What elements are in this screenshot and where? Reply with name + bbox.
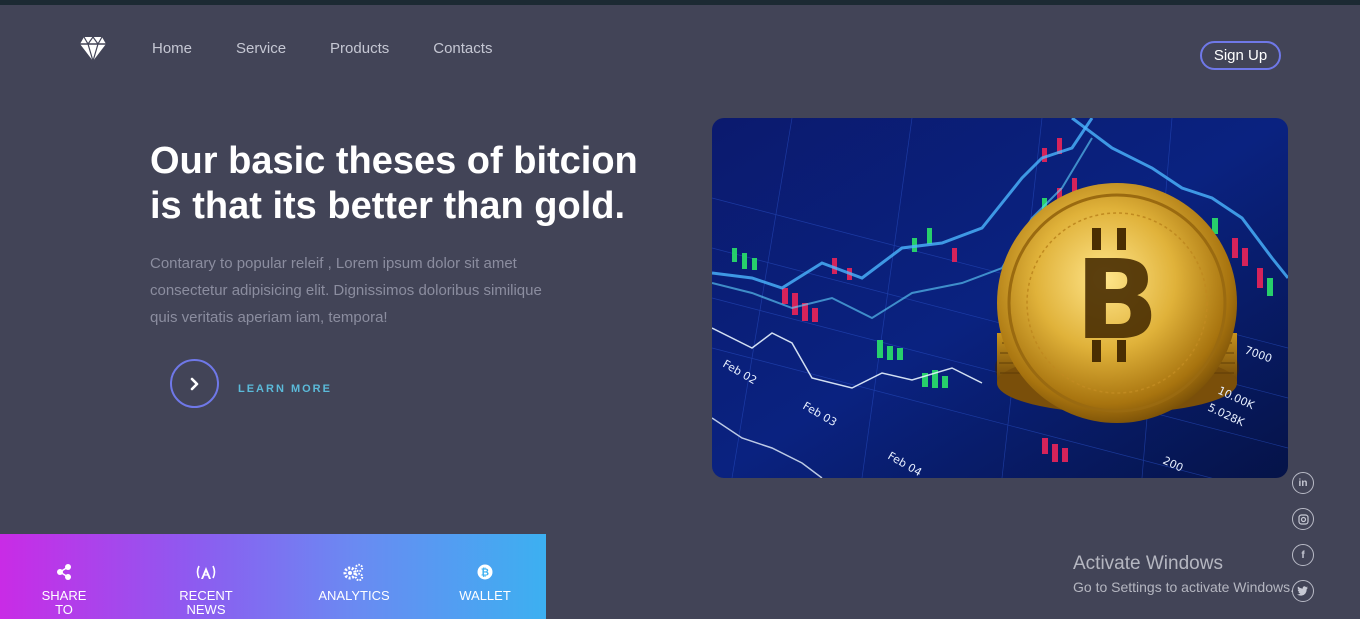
share-to-item[interactable]: SHARE TO (38, 563, 90, 617)
windows-activation-watermark: Activate Windows Go to Settings to activ… (1073, 553, 1294, 595)
watermark-subtitle: Go to Settings to activate Windows. (1073, 579, 1294, 595)
wallet-label: WALLET (459, 588, 511, 603)
diamond-logo-icon[interactable] (79, 36, 107, 62)
nav-contacts[interactable]: Contacts (433, 40, 492, 57)
headline-line-1: Our basic theses of bitcion (150, 140, 638, 182)
chevron-right-icon (190, 377, 198, 390)
linkedin-icon[interactable]: in (1292, 472, 1314, 494)
hero-paragraph: Contarary to popular releif , Lorem ipsu… (150, 250, 580, 331)
learn-more-arrow-button[interactable] (170, 359, 219, 408)
gears-icon (343, 563, 364, 581)
analytics-label: ANALYTICS (318, 588, 390, 603)
share-label-2: TO (55, 602, 73, 617)
instagram-glyph-icon (1297, 513, 1309, 525)
analytics-item[interactable]: ANALYTICS (315, 563, 393, 603)
share-icon (57, 564, 71, 580)
svg-text:₿: ₿ (481, 567, 489, 579)
instagram-icon[interactable] (1292, 508, 1314, 530)
paragraph-line-2: consectetur adipisicing elit. Dignissimo… (150, 282, 542, 299)
learn-more-link[interactable]: LEARN MORE (238, 383, 332, 395)
nav-home[interactable]: Home (152, 40, 192, 57)
news-label-1: RECENT (179, 588, 233, 603)
facebook-icon[interactable]: f (1292, 544, 1314, 566)
wallet-item[interactable]: ₿ WALLET (455, 563, 515, 603)
bitcoin-hero-image: B Feb 02 Feb 03 Feb 04 7000 10.00K 5.028… (712, 118, 1288, 478)
paragraph-line-3: quis veritatis aperiam iam, tempora! (150, 309, 388, 326)
main-nav: Home Service Products Contacts (152, 40, 492, 57)
broadcast-icon (196, 565, 216, 579)
nav-products[interactable]: Products (330, 40, 389, 57)
news-label-2: NEWS (186, 602, 226, 617)
share-label-1: SHARE (41, 588, 87, 603)
signup-button[interactable]: Sign Up (1200, 41, 1281, 70)
top-border (0, 0, 1360, 5)
nav-service[interactable]: Service (236, 40, 286, 57)
paragraph-line-1: Contarary to popular releif , Lorem ipsu… (150, 255, 517, 272)
twitter-bird-icon (1297, 586, 1308, 596)
bottom-feature-bar: SHARE TO RECENT NEWS ANALYTICS ₿ WALLET (0, 534, 546, 619)
twitter-icon[interactable] (1292, 580, 1314, 602)
headline-line-2: is that its better than gold. (150, 185, 626, 227)
watermark-title: Activate Windows (1073, 553, 1223, 574)
hero-headline: Our basic theses of bitcion is that its … (150, 139, 710, 229)
bitcoin-icon: ₿ (477, 564, 493, 580)
recent-news-item[interactable]: RECENT NEWS (175, 563, 237, 617)
